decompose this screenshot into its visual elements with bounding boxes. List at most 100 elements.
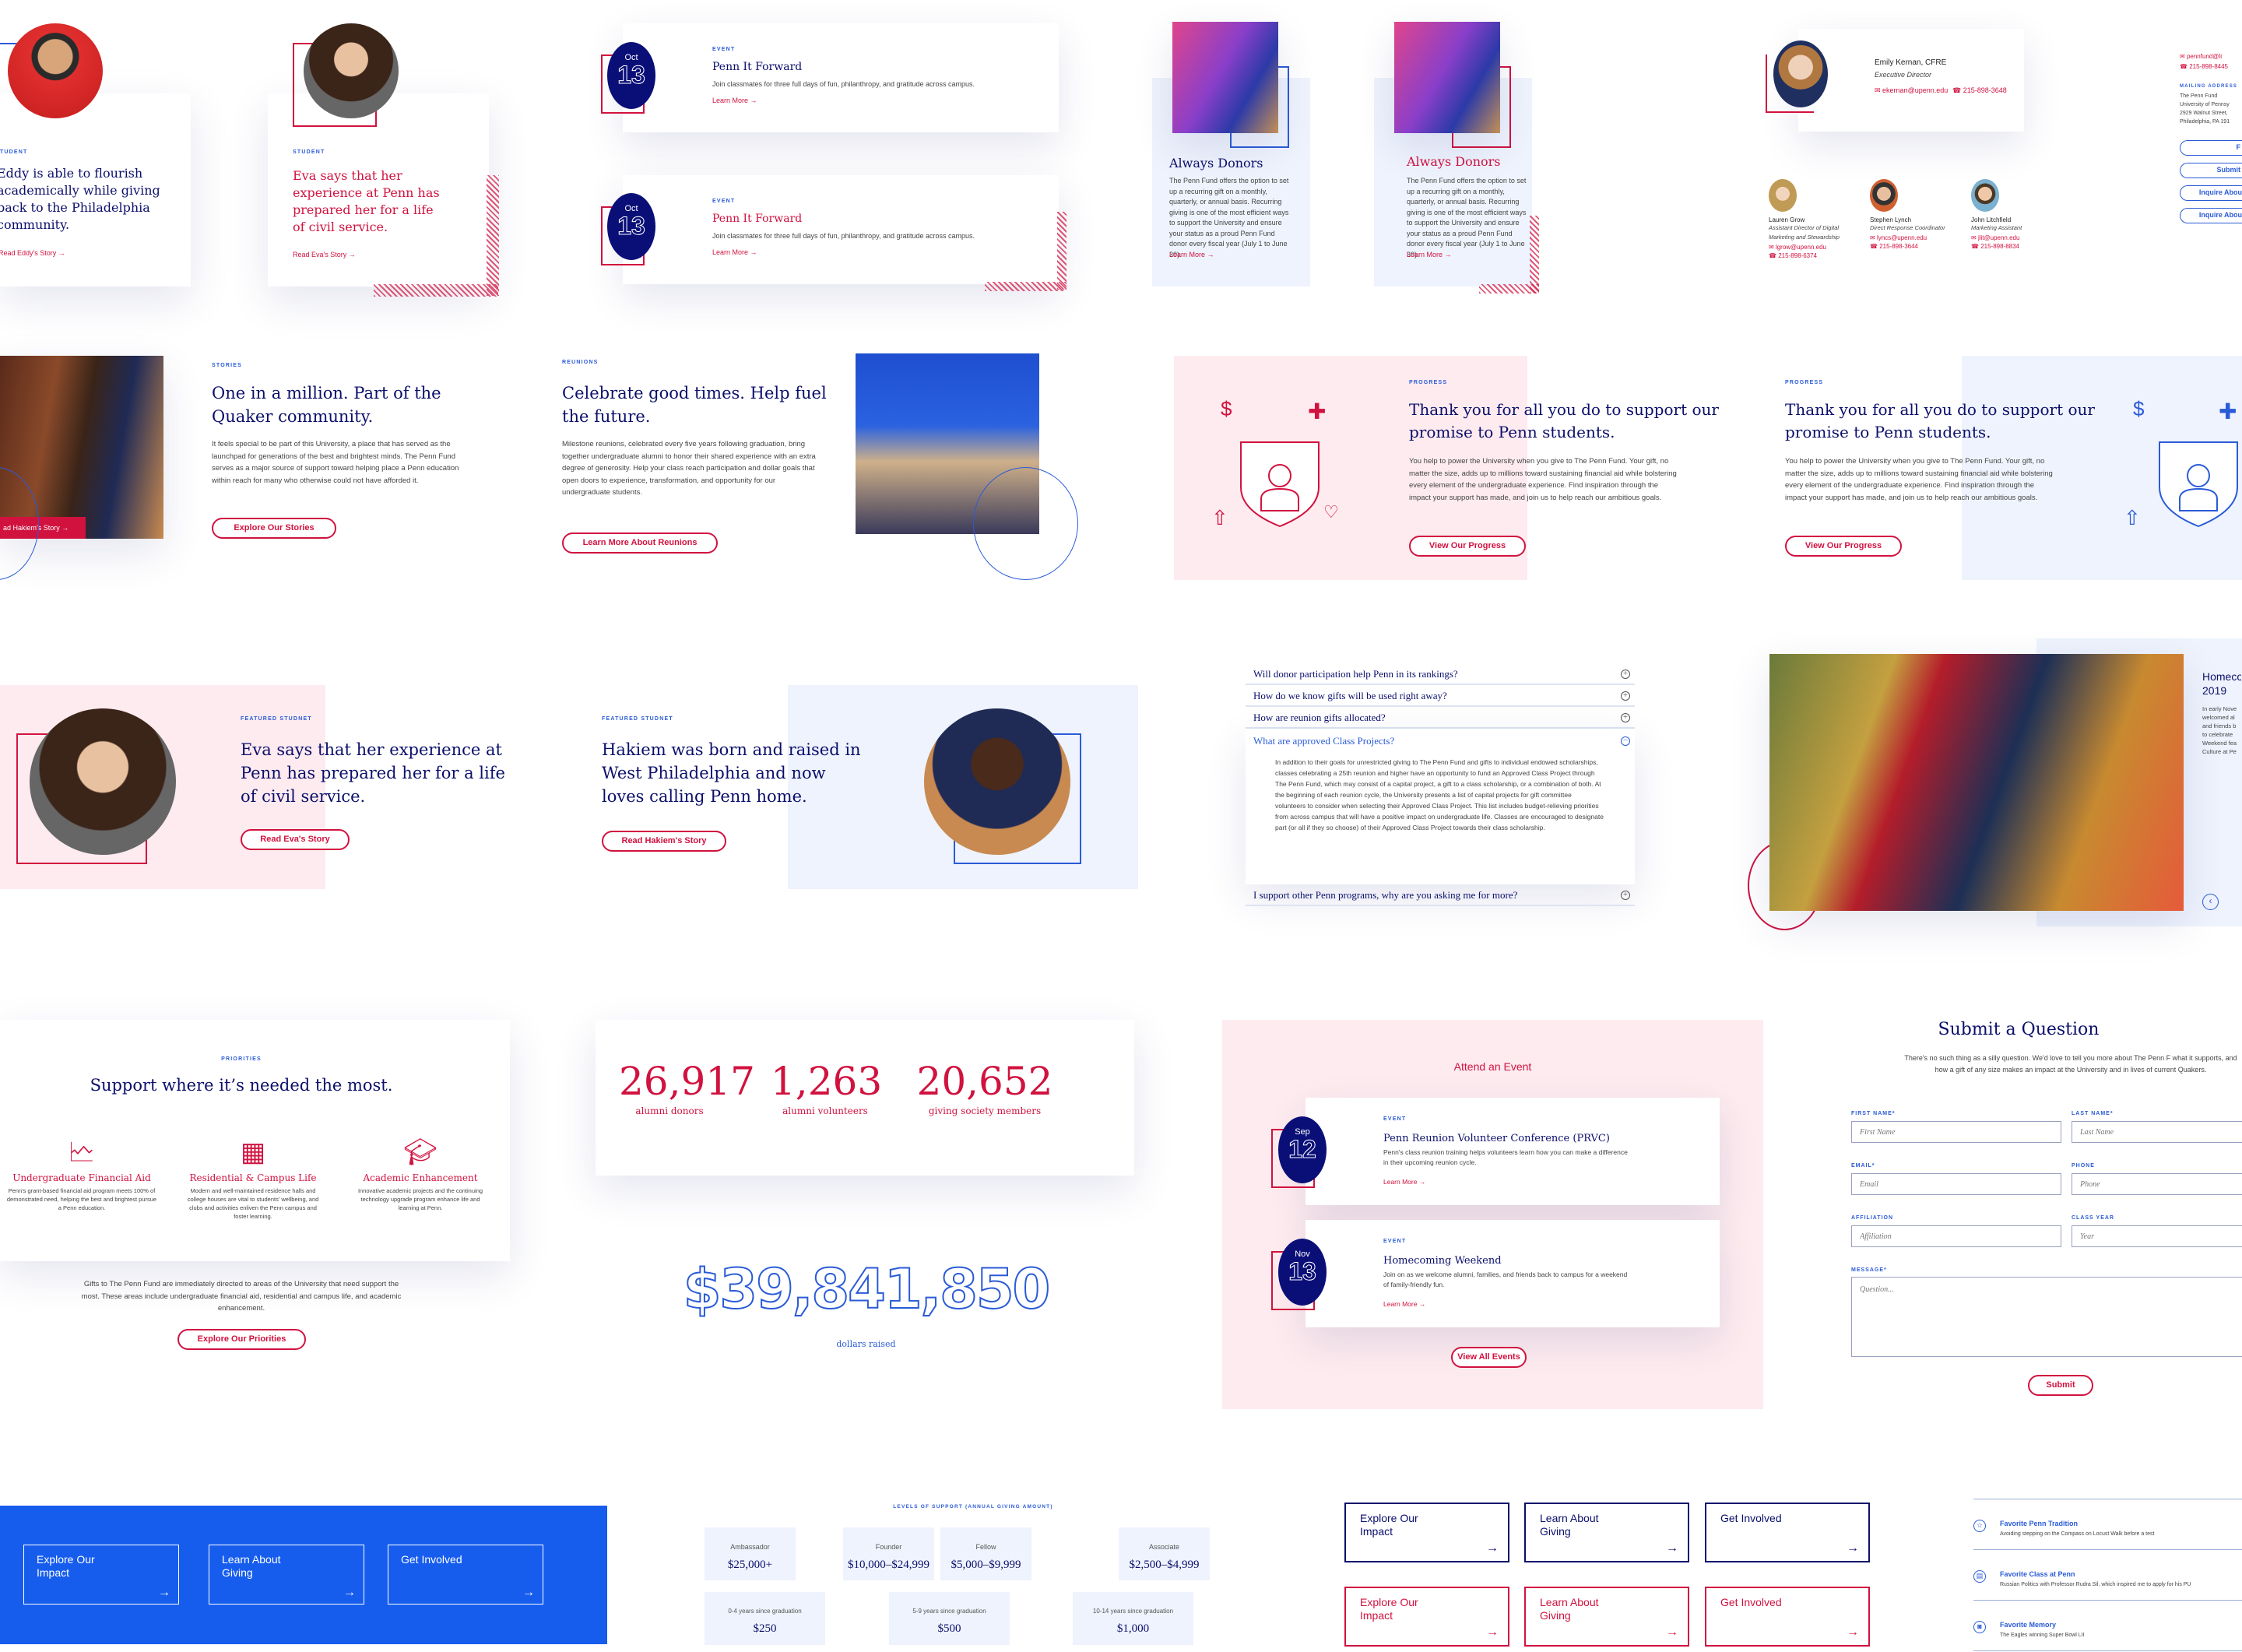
star-icon: ☆ bbox=[1973, 1520, 1986, 1532]
read-story-link[interactable]: Read Eva's Story → bbox=[293, 251, 356, 258]
nav-box-impact[interactable]: Explore Our Impact → bbox=[1344, 1587, 1509, 1647]
event-card: EVENT Homecoming Weekend Join on as we w… bbox=[1305, 1220, 1720, 1327]
message-label: MESSAGE* bbox=[1851, 1267, 1887, 1273]
nav-box-involved[interactable]: Get Involved → bbox=[388, 1545, 543, 1605]
read-story-link[interactable]: Read Eddy's Story → bbox=[0, 249, 65, 257]
first-name-input[interactable] bbox=[1851, 1121, 2061, 1143]
priority-title: Academic Enhancement bbox=[363, 1172, 478, 1183]
plus-circle-icon[interactable]: + bbox=[1621, 713, 1630, 722]
level-tile: 0-4 years since graduation $250 bbox=[705, 1592, 825, 1645]
staff-phone[interactable]: ☎ 215-898-3644 bbox=[1870, 243, 1963, 250]
event-desc: Join classmates for three full days of f… bbox=[712, 232, 975, 240]
pattern-decoration bbox=[1057, 212, 1067, 290]
arrow-up-icon: ⇧ bbox=[1211, 506, 1228, 529]
level-name: Fellow bbox=[975, 1543, 996, 1551]
dollar-icon: $ bbox=[2133, 397, 2145, 420]
plus-circle-icon[interactable]: + bbox=[1621, 891, 1630, 900]
minus-circle-icon[interactable]: − bbox=[1621, 736, 1630, 746]
staff-phone-text: 215-898-8834 bbox=[1980, 243, 2020, 250]
priorities-footer: Gifts to The Penn Fund are immediately d… bbox=[81, 1280, 402, 1313]
submit-button[interactable]: Submit bbox=[2028, 1375, 2093, 1396]
nav-box-giving[interactable]: Learn About Giving → bbox=[1524, 1587, 1689, 1647]
learn-reunions-button[interactable]: Learn More About Reunions bbox=[562, 533, 718, 554]
favorite-desc: The Eagles winning Super Bowl LII bbox=[2000, 1633, 2085, 1638]
staff-member: Stephen Lynch Direct Response Coordinato… bbox=[1870, 179, 1963, 250]
date-badge: Sep 12 bbox=[1278, 1116, 1327, 1183]
read-hakiem-story-button[interactable]: Read Hakiem's Story bbox=[602, 831, 726, 852]
favorites-list: ☆ Favorite Penn Tradition Avoiding stepp… bbox=[1973, 1499, 2242, 1651]
nav-box-label: Explore Our Impact bbox=[1360, 1512, 1418, 1538]
nav-box-involved[interactable]: Get Involved → bbox=[1705, 1503, 1870, 1562]
faq-answer: In addition to their goals for unrestric… bbox=[1275, 758, 1604, 831]
learn-more-link[interactable]: Learn More → bbox=[1407, 251, 1452, 258]
shield-user-icon bbox=[2158, 441, 2239, 528]
staff-role: Assistant Director of Digital Marketing … bbox=[1769, 224, 1840, 241]
learn-more-link[interactable]: Learn More → bbox=[1169, 251, 1214, 258]
explore-stories-button[interactable]: Explore Our Stories bbox=[212, 518, 336, 539]
event-title: Penn Reunion Volunteer Conference (PRVC) bbox=[1383, 1133, 1610, 1144]
last-name-input[interactable] bbox=[2072, 1121, 2242, 1143]
attend-title: Attend an Event bbox=[1453, 1060, 1532, 1073]
faq-item[interactable]: I support other Penn programs, why are y… bbox=[1246, 884, 1635, 906]
nav-box-involved[interactable]: Get Involved → bbox=[1705, 1587, 1870, 1647]
explore-priorities-button[interactable]: Explore Our Priorities bbox=[177, 1329, 306, 1350]
staff-email[interactable]: ✉ lyncs@upenn.edu bbox=[1870, 234, 1963, 241]
staff-photo bbox=[1769, 179, 1797, 212]
nav-box-impact[interactable]: Explore Our Impact → bbox=[23, 1545, 179, 1605]
view-all-events-button[interactable]: View All Events bbox=[1451, 1347, 1527, 1368]
staff-phone[interactable]: ☎ 215-898-6374 bbox=[1769, 252, 1862, 259]
prev-slide-button[interactable]: ‹ bbox=[2202, 894, 2219, 910]
faq-item[interactable]: How do we know gifts will be used right … bbox=[1246, 685, 1635, 707]
card-quote: Eddy is able to flourish academically wh… bbox=[0, 166, 160, 232]
affiliation-input[interactable] bbox=[1851, 1225, 2061, 1247]
faq-item[interactable]: Will donor participation help Penn in it… bbox=[1246, 663, 1635, 685]
level-tile: Associate $2,500–$4,999 bbox=[1119, 1527, 1210, 1580]
staff-email-text: lyncs@upenn.edu bbox=[1876, 234, 1927, 241]
nav-box-giving[interactable]: Learn About Giving → bbox=[1524, 1503, 1689, 1562]
affiliation-label: AFFILIATION bbox=[1851, 1215, 1894, 1221]
nav-box-giving[interactable]: Learn About Giving → bbox=[209, 1545, 364, 1605]
learn-more-link[interactable]: Learn More → bbox=[1383, 1178, 1425, 1186]
faq-item[interactable]: What are approved Class Projects? − bbox=[1246, 729, 1635, 754]
staff-email[interactable]: ✉ lgrow@upenn.edu bbox=[1769, 244, 1862, 251]
staff-email[interactable]: ✉ jlit@upenn.edu bbox=[1971, 234, 2065, 241]
sidebar-button[interactable]: Inquire Abou bbox=[2180, 185, 2242, 201]
staff-phone[interactable]: ☎ 215-898-3648 bbox=[1952, 86, 2007, 95]
message-textarea[interactable] bbox=[1851, 1277, 2242, 1357]
pattern-decoration bbox=[985, 282, 1067, 291]
cta-band-blue: Explore Our Impact → Learn About Giving → … bbox=[0, 1506, 607, 1644]
event-desc: Penn's class reunion training helps volu… bbox=[1383, 1148, 1628, 1166]
faq-question: I support other Penn programs, why are y… bbox=[1253, 889, 1518, 901]
contact-phone[interactable]: ☎ 215-898-8445 bbox=[2180, 63, 2242, 70]
card-eyebrow: STUDENT bbox=[293, 149, 325, 155]
sidebar-button[interactable]: F bbox=[2180, 140, 2242, 156]
plus-circle-icon[interactable]: + bbox=[1621, 670, 1630, 679]
stat-item: 20,652 giving society members bbox=[907, 1059, 1063, 1116]
priority-body: Modern and well-maintained residence hal… bbox=[187, 1187, 319, 1220]
shield-user-icon bbox=[1239, 441, 1320, 528]
sidebar-button[interactable]: Submit bbox=[2180, 163, 2242, 178]
class-year-input[interactable] bbox=[2072, 1225, 2242, 1247]
address-line: The Penn Fund bbox=[2180, 93, 2218, 99]
favorite-title: Favorite Memory bbox=[2000, 1621, 2057, 1629]
phone-input[interactable] bbox=[2072, 1173, 2242, 1195]
learn-more-link[interactable]: Learn More → bbox=[712, 248, 757, 256]
level-name: Founder bbox=[875, 1543, 902, 1551]
email-input[interactable] bbox=[1851, 1173, 2061, 1195]
staff-phone[interactable]: ☎ 215-898-8834 bbox=[1971, 243, 2065, 250]
learn-more-link[interactable]: Learn More → bbox=[1383, 1300, 1425, 1308]
contact-email[interactable]: ✉ pennfund@li bbox=[2180, 53, 2242, 60]
last-name-label: LAST NAME* bbox=[2072, 1111, 2114, 1116]
level-amount: $2,500–$4,999 bbox=[1129, 1559, 1200, 1571]
first-name-label: FIRST NAME* bbox=[1851, 1111, 1896, 1116]
nav-box-impact[interactable]: Explore Our Impact → bbox=[1344, 1503, 1509, 1562]
plus-circle-icon[interactable]: + bbox=[1621, 691, 1630, 701]
faq-item[interactable]: How are reunion gifts allocated? + bbox=[1246, 707, 1635, 729]
view-progress-button[interactable]: View Our Progress bbox=[1409, 536, 1526, 557]
sidebar-button[interactable]: Inquire Abou bbox=[2180, 208, 2242, 223]
staff-photo bbox=[1870, 179, 1898, 212]
staff-email[interactable]: ✉ ekernan@upenn.edu bbox=[1875, 86, 1948, 95]
learn-more-link[interactable]: Learn More → bbox=[712, 97, 757, 104]
read-eva-story-button[interactable]: Read Eva's Story bbox=[241, 829, 350, 850]
view-progress-button[interactable]: View Our Progress bbox=[1785, 536, 1902, 557]
